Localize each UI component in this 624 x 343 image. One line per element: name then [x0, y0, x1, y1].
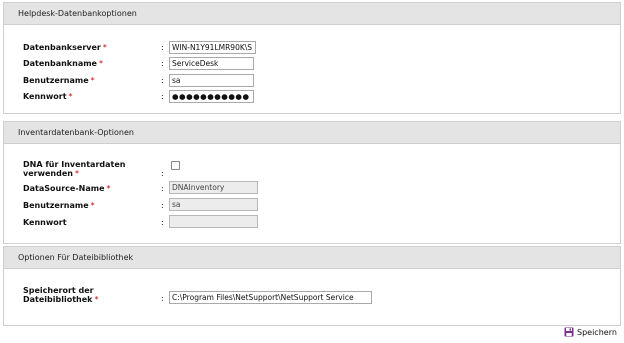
db-password-input[interactable]: ●●●●●●●●●●● — [169, 90, 254, 103]
datasource-label: DataSource-Name * — [23, 184, 111, 193]
dna-checkbox[interactable] — [171, 161, 180, 170]
required-mark: * — [90, 76, 95, 85]
datasource-input[interactable]: DNAInventory — [169, 181, 258, 194]
floppy-disk-icon — [564, 327, 574, 337]
panel-title: Optionen Für Dateibibliothek — [4, 247, 620, 269]
save-button[interactable]: Speichern — [564, 327, 617, 337]
panel-title: Helpdesk-Datenbankoptionen — [4, 3, 620, 25]
colon: : — [161, 169, 164, 178]
required-mark: * — [94, 295, 99, 304]
db-name-label: Datenbankname * — [23, 59, 103, 68]
db-password-label: Kennwort * — [23, 92, 73, 101]
file-location-input[interactable]: C:\Program Files\NetSupport\NetSupport S… — [169, 291, 372, 304]
colon: : — [161, 201, 164, 210]
inv-username-input[interactable]: sa — [169, 198, 258, 211]
dna-label: DNA für Inventardaten verwenden * — [23, 160, 126, 178]
inv-password-input[interactable] — [169, 215, 258, 228]
required-mark: * — [90, 201, 95, 210]
inv-username-label: Benutzername * — [23, 201, 95, 210]
db-server-label: Datenbankserver * — [23, 43, 107, 52]
db-username-input[interactable]: sa — [169, 74, 254, 87]
colon: : — [161, 92, 164, 101]
colon: : — [161, 294, 164, 303]
required-mark: * — [102, 43, 107, 52]
db-server-input[interactable]: WIN-N1Y91LMR90K\S — [169, 41, 256, 54]
file-location-label: Speicherort der Dateibibliothek * — [23, 286, 99, 304]
inventory-db-panel: Inventardatenbank-Optionen DNA für Inven… — [3, 121, 621, 244]
db-username-label: Benutzername * — [23, 76, 95, 85]
required-mark: * — [106, 184, 111, 193]
colon: : — [161, 184, 164, 193]
db-name-input[interactable]: ServiceDesk — [169, 57, 254, 70]
required-mark: * — [98, 59, 103, 68]
required-mark: * — [74, 169, 79, 178]
helpdesk-db-panel: Helpdesk-Datenbankoptionen Datenbankserv… — [3, 2, 621, 114]
required-mark: * — [68, 92, 73, 101]
inv-password-label: Kennwort — [23, 218, 67, 227]
file-library-panel: Optionen Für Dateibibliothek Speicherort… — [3, 246, 621, 326]
panel-title: Inventardatenbank-Optionen — [4, 122, 620, 144]
colon: : — [161, 59, 164, 68]
colon: : — [161, 76, 164, 85]
save-label: Speichern — [577, 327, 617, 337]
colon: : — [161, 218, 164, 227]
colon: : — [161, 43, 164, 52]
